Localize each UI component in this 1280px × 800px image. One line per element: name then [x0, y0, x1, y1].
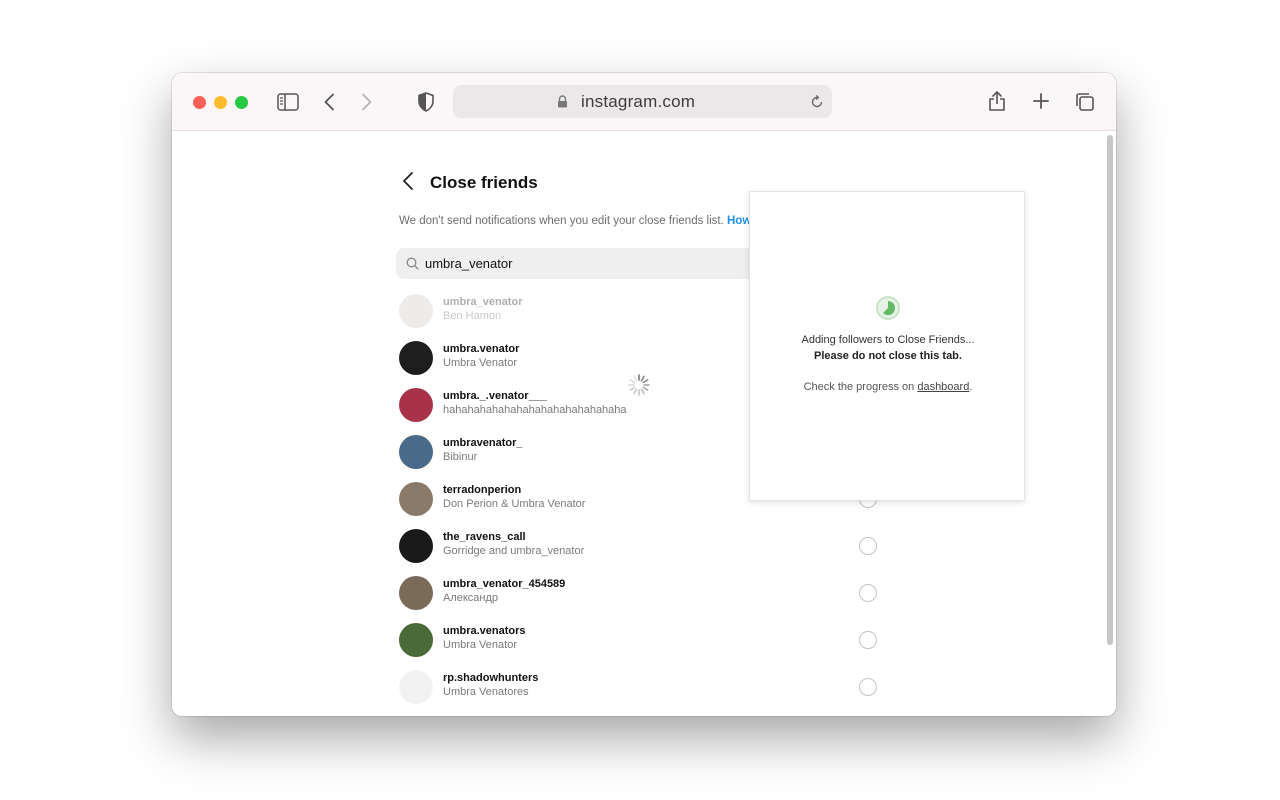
full-name: hahahahahahahahahahahahahahaha: [443, 404, 627, 416]
full-name: Don Perion & Umbra Venator: [443, 498, 586, 510]
username: umbra.venators: [443, 625, 526, 637]
search-field[interactable]: umbra_venator: [396, 248, 776, 279]
full-name: Bibinur: [443, 451, 478, 463]
user-row[interactable]: rp.shadowhunters Umbra Venatores: [399, 670, 899, 710]
avatar: [399, 670, 433, 704]
username: umbra_venator_454589: [443, 578, 566, 590]
username: umbra_venator: [443, 296, 523, 308]
select-radio[interactable]: [859, 584, 877, 602]
username: umbra._.venator___: [443, 390, 547, 402]
loading-spinner-icon: [628, 374, 650, 396]
progress-pie-icon: [876, 296, 900, 320]
popup-status-text: Adding followers to Close Friends...: [801, 334, 975, 346]
avatar: [399, 341, 433, 375]
tab-overview-icon[interactable]: [1075, 92, 1095, 112]
notice-text: We don't send notifications when you edi…: [399, 215, 752, 227]
username: terradonperion: [443, 484, 522, 496]
search-icon: [406, 257, 419, 270]
learn-more-link[interactable]: How: [727, 215, 751, 227]
dashboard-link[interactable]: dashboard: [917, 381, 969, 393]
full-name: Umbra Venatores: [443, 686, 529, 698]
user-row[interactable]: umbra.venators Umbra Venator: [399, 623, 899, 663]
username: the_ravens_call: [443, 531, 526, 543]
select-radio[interactable]: [859, 631, 877, 649]
share-icon[interactable]: [988, 90, 1006, 112]
page-scrollbar[interactable]: [1107, 135, 1113, 645]
zoom-window-button[interactable]: [235, 96, 248, 109]
address-bar[interactable]: instagram.com: [453, 85, 832, 118]
page-title: Close friends: [430, 173, 538, 192]
select-radio[interactable]: [859, 678, 877, 696]
browser-window: instagram.com Close friends We don't sen…: [172, 73, 1116, 716]
address-url: instagram.com: [581, 92, 696, 111]
avatar: [399, 294, 433, 328]
page-content: Close friends We don't send notification…: [172, 132, 1116, 716]
close-window-button[interactable]: [193, 96, 206, 109]
minimize-window-button[interactable]: [214, 96, 227, 109]
avatar: [399, 576, 433, 610]
reload-icon[interactable]: [810, 95, 824, 109]
back-icon[interactable]: [323, 93, 335, 111]
full-name: Umbra Venator: [443, 357, 517, 369]
new-tab-icon[interactable]: [1033, 93, 1049, 109]
full-name: Gorridge and umbra_venator: [443, 545, 585, 557]
browser-toolbar: instagram.com: [172, 73, 1116, 131]
avatar: [399, 388, 433, 422]
avatar: [399, 482, 433, 516]
lock-icon: [558, 95, 567, 108]
popup-progress-text: Check the progress on dashboard.: [803, 381, 973, 393]
progress-popup: Adding followers to Close Friends... Ple…: [749, 191, 1025, 501]
username: rp.shadowhunters: [443, 672, 539, 684]
user-row[interactable]: umbra_venator_454589 Александр: [399, 576, 899, 616]
search-input[interactable]: umbra_venator: [425, 256, 512, 271]
username: umbra.venator: [443, 343, 520, 355]
username: umbravenator_: [443, 437, 523, 449]
avatar: [399, 623, 433, 657]
sidebar-icon[interactable]: [277, 93, 299, 111]
full-name: Ben Hamon: [443, 310, 502, 322]
back-arrow-icon[interactable]: [400, 171, 416, 191]
full-name: Александр: [443, 592, 499, 604]
popup-warning-text: Please do not close this tab.: [814, 350, 962, 362]
privacy-shield-icon[interactable]: [418, 92, 434, 112]
full-name: Umbra Venator: [443, 639, 517, 651]
avatar: [399, 435, 433, 469]
forward-icon[interactable]: [361, 93, 373, 111]
avatar: [399, 529, 433, 563]
user-row[interactable]: the_ravens_call Gorridge and umbra_venato…: [399, 529, 899, 569]
select-radio[interactable]: [859, 537, 877, 555]
